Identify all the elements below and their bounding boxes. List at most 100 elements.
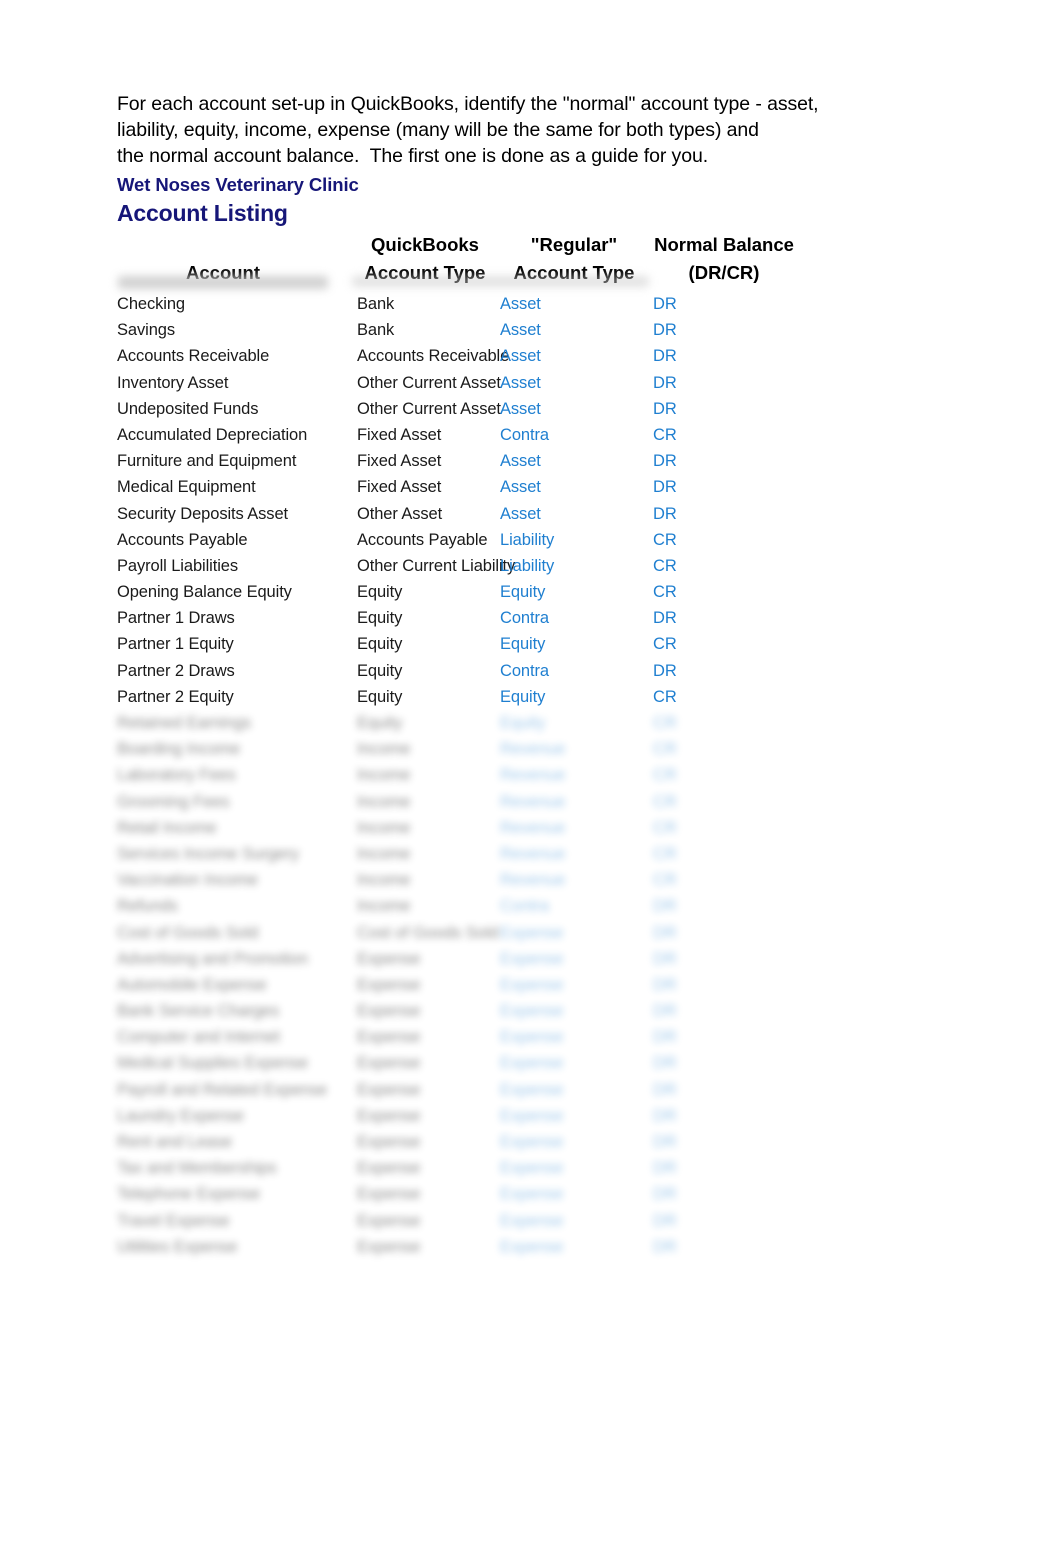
cell-regular-account-type: Expense [500,1159,564,1178]
table-row: Retained Earnings Equity Equity CR [0,710,1062,736]
cell-quickbooks-account-type: Equity [357,687,403,706]
cell-account-name: Retained Earnings [117,714,252,732]
instructions-line-2: liability, equity, income, expense (many… [117,119,759,142]
cell-regular-account-type: Equity [500,583,546,602]
table-row: Partner 2 Draws Equity Contra DR [0,658,1062,684]
cell-account-name: Services Income Surgery [117,844,300,863]
column-header-balance-line1: Normal Balance [654,234,794,255]
cell-normal-balance: CR [653,687,677,706]
table-row: Security Deposits Asset Other Asset Asset D… [0,501,1062,527]
cell-quickbooks-account-type: Accounts Payable [357,530,488,549]
table-row: Inventory Asset Other Current Asset Asset D… [0,370,1062,396]
table-row: Accounts Payable Accounts Payable Liabilit… [0,527,1062,553]
cell-normal-balance: CR [653,740,677,759]
cell-regular-account-type: Expense [500,1080,564,1099]
cell-normal-balance: CR [653,818,677,837]
cell-account-name: Accounts Payable [117,530,248,549]
table-row: Accounts Receivable Accounts Receivable As… [0,343,1062,369]
cell-account-name: Tax and Memberships [117,1159,277,1178]
cell-account-name: Undeposited Funds [117,399,259,418]
table-row: Retail Income Income Revenue CR [0,815,1062,841]
cell-regular-account-type: Asset [500,321,541,340]
cell-account-name: Checking [117,295,185,313]
account-listing-table-body: Checking Bank Asset DR Savings Bank Asset DR Acc… [0,291,1062,1260]
table-row: Advertising and Promotion Expense Expense D… [0,946,1062,972]
instructions-paragraph: For each account set-up in QuickBooks, i… [117,91,907,170]
cell-regular-account-type: Expense [500,1237,564,1256]
cell-regular-account-type: Asset [500,373,541,392]
cell-normal-balance: DR [653,452,677,471]
company-name: Wet Noses Veterinary Clinic [117,174,359,195]
cell-regular-account-type: Revenue [500,818,566,837]
table-row: Opening Balance Equity Equity Equity CR [0,579,1062,605]
table-row: Utilities Expense Expense Expense DR [0,1234,1062,1260]
table-row: Boarding Income Income Revenue CR [0,736,1062,762]
cell-account-name: Laundry Expense [117,1106,244,1125]
cell-regular-account-type: Asset [500,504,541,523]
cell-normal-balance: DR [653,295,677,313]
cell-quickbooks-account-type: Expense [357,1133,421,1151]
cell-account-name: Laboratory Fees [117,766,236,785]
cell-normal-balance: CR [653,844,677,863]
cell-quickbooks-account-type: Equity [357,714,403,732]
cell-quickbooks-account-type: Equity [357,583,403,602]
cell-account-name: Partner 1 Equity [117,635,234,654]
cell-quickbooks-account-type: Equity [357,609,403,628]
cell-normal-balance: DR [653,1237,677,1256]
cell-account-name: Rent and Lease [117,1133,233,1151]
cell-quickbooks-account-type: Expense [357,1106,421,1125]
cell-regular-account-type: Expense [500,1211,564,1230]
table-row: Medical Equipment Fixed Asset Asset DR [0,474,1062,500]
cell-quickbooks-account-type: Expense [357,949,421,968]
table-row: Checking Bank Asset DR [0,291,1062,317]
cell-normal-balance: CR [653,425,677,444]
cell-normal-balance: DR [653,1002,677,1021]
cell-account-name: Utilities Expense [117,1237,238,1256]
cell-quickbooks-account-type: Other Current Asset [357,373,501,392]
table-row: Furniture and Equipment Fixed Asset Asset D… [0,448,1062,474]
cell-quickbooks-account-type: Fixed Asset [357,478,442,497]
cell-account-name: Cost of Goods Sold [117,923,259,942]
table-row: Travel Expense Expense Expense DR [0,1208,1062,1234]
table-row: Tax and Memberships Expense Expense DR [0,1155,1062,1181]
column-header-regular-line1: "Regular" [530,234,618,255]
cell-quickbooks-account-type: Expense [357,1185,421,1204]
cell-quickbooks-account-type: Expense [357,975,421,994]
cell-normal-balance: DR [653,478,677,497]
cell-account-name: Refunds [117,897,178,916]
cell-regular-account-type: Equity [500,714,546,732]
cell-account-name: Advertising and Promotion [117,949,309,968]
cell-regular-account-type: Asset [500,478,541,497]
cell-regular-account-type: Contra [500,661,549,680]
cell-account-name: Retail Income [117,818,217,837]
cell-quickbooks-account-type: Income [357,740,411,759]
worksheet-page: For each account set-up in QuickBooks, i… [0,0,1062,1556]
cell-account-name: Payroll Liabilities [117,556,238,575]
cell-regular-account-type: Expense [500,1133,564,1151]
cell-regular-account-type: Revenue [500,844,566,863]
cell-normal-balance: DR [653,399,677,418]
cell-account-name: Inventory Asset [117,373,229,392]
cell-account-name: Partner 2 Draws [117,661,235,680]
cell-normal-balance: DR [653,347,677,366]
cell-account-name: Travel Expense [117,1211,230,1230]
cell-account-name: Security Deposits Asset [117,504,289,523]
table-row: Laboratory Fees Income Revenue CR [0,762,1062,788]
cell-regular-account-type: Liability [500,530,555,549]
table-row: Partner 1 Draws Equity Contra DR [0,605,1062,631]
cell-quickbooks-account-type: Other Current Asset [357,399,501,418]
cell-normal-balance: DR [653,1080,677,1099]
table-row: Cost of Goods Sold Cost of Goods Sold Expe… [0,920,1062,946]
cell-account-name: Boarding Income [117,740,241,759]
cell-account-name: Computer and Internet [117,1028,280,1047]
cell-quickbooks-account-type: Expense [357,1002,421,1021]
instructions-line-3: the normal account balance. The first on… [117,145,709,168]
cell-normal-balance: DR [653,504,677,523]
table-row: Medical Supplies Expense Expense Expense DR [0,1050,1062,1076]
cell-quickbooks-account-type: Expense [357,1028,421,1047]
table-row: Bank Service Charges Expense Expense DR [0,998,1062,1024]
cell-account-name: Accumulated Depreciation [117,425,308,444]
cell-quickbooks-account-type: Income [357,818,411,837]
cell-regular-account-type: Revenue [500,871,566,890]
column-header-qb-type-line1: QuickBooks [371,234,479,255]
